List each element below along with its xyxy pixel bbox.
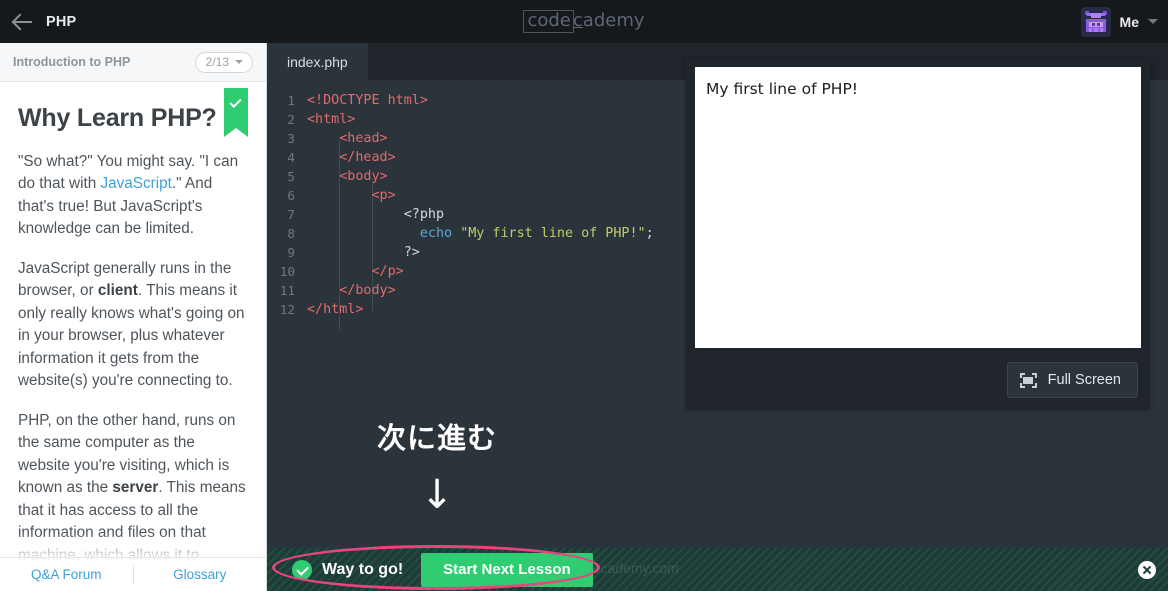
chevron-down-icon[interactable] [1148,19,1158,24]
term-client: client [97,282,138,300]
close-icon[interactable] [1138,560,1156,579]
code-text: <?php [307,205,444,224]
code-text: </body> [307,281,396,300]
back-arrow-icon[interactable] [12,11,34,33]
down-arrow-icon: ↓ [420,472,454,518]
preview-iframe: My first line of PHP! [695,67,1141,348]
code-text: <!DOCTYPE html> [307,91,428,110]
code-token-tag: <head> [307,131,388,146]
code-token-tag: <html> [307,112,356,127]
sidebar-footer: Q&A Forum Glossary [0,557,266,591]
code-token-kw: echo [419,226,453,241]
line-number: 3 [287,131,295,146]
line-number: 7 [287,207,295,222]
top-header: PHP code cademy Me [0,0,1168,43]
line-number: 10 [279,264,295,279]
chevron-down-icon [235,59,243,64]
lesson-paragraph-3: PHP, on the other hand, runs on the same… [18,410,246,567]
logo-cursor-char: c [572,10,583,31]
line-number: 2 [287,112,295,127]
lesson-sidebar: Introduction to PHP 2/13 Why Learn PHP? … [0,43,267,591]
code-text: <p> [307,186,396,205]
line-number: 11 [279,283,295,298]
code-token-tag: </html> [307,302,364,317]
lesson-name: Introduction to PHP [13,55,131,69]
code-text: <head> [307,129,388,148]
qa-forum-link[interactable]: Q&A Forum [0,567,133,582]
code-token-tag: </body> [307,283,396,298]
logo-container: code cademy [0,0,1168,43]
full-screen-button[interactable]: Full Screen [1006,362,1138,398]
code-token-punct: ; [645,226,654,241]
glossary-link[interactable]: Glossary [134,567,267,582]
account-label: Me [1119,13,1139,30]
code-token-plain: <?php [307,207,445,222]
code-text: <body> [307,167,388,186]
account-menu[interactable]: Me [1080,0,1158,43]
code-token-tag: <!DOCTYPE html> [307,93,428,108]
pixel-robot-avatar-icon [1080,6,1111,37]
success-message: Way to go! [322,560,404,578]
bookmark-check-icon[interactable] [224,88,248,137]
line-number: 12 [279,302,295,317]
success-check-icon [292,559,312,580]
check-glyph [229,95,242,109]
tab-index-php[interactable]: index.php [267,43,368,80]
codecademy-logo[interactable]: code cademy [523,10,645,33]
javascript-link[interactable]: JavaScript [100,175,171,192]
line-number: 5 [287,169,295,184]
lesson-paragraph-1: "So what?" You might say. "I can do that… [18,151,246,241]
annotation-text: 次に進む [376,421,497,455]
code-token-tag: </p> [307,264,404,279]
logo-tail: ademy [582,10,645,31]
line-number: 8 [287,226,295,241]
code-text: </p> [307,262,404,281]
line-number: 6 [287,188,295,203]
code-token-tag: <p> [307,188,396,203]
page-title: Why Learn PHP? [18,104,217,132]
code-token-tag: </head> [307,150,396,165]
code-text: ?> [307,243,420,262]
term-server: server [112,479,159,497]
lesson-paragraph-2: JavaScript generally runs in the browser… [18,258,246,393]
japanese-annotation: 次に進む ↓ [267,415,607,515]
line-number: 9 [287,245,295,260]
code-text: <html> [307,110,355,129]
logo-code-box: code [523,10,574,33]
course-title: PHP [46,13,77,30]
lesson-header-bar: Introduction to PHP 2/13 [0,43,266,82]
code-token-plain: ?> [307,245,420,260]
code-text: </html> [307,300,363,319]
line-number: 1 [287,93,295,108]
start-next-lesson-button[interactable]: Start Next Lesson [421,552,593,587]
fullscreen-icon [1019,372,1037,388]
lesson-progress-dropdown[interactable]: 2/13 [194,51,253,73]
codecademy-lesson-page: PHP code cademy Me Introduction to PHP 2… [0,0,1168,591]
lesson-complete-bar: Codecademy.com Way to go! Start Next Les… [267,548,1168,591]
line-number: 4 [287,150,295,165]
preview-panel: My first line of PHP! Full Screen [686,58,1150,409]
preview-output-text: My first line of PHP! [706,80,859,98]
full-screen-label: Full Screen [1047,372,1121,388]
code-token-str: "My first line of PHP!" [460,226,646,241]
code-text: </head> [307,148,396,167]
lesson-article: Why Learn PHP? "So what?" You might say.… [0,82,266,567]
lesson-progress-label: 2/13 [205,54,229,69]
code-text: echo "My first line of PHP!"; [307,224,654,243]
code-token-tag: <body> [307,169,388,184]
logo-cademy: cademy [573,11,645,31]
